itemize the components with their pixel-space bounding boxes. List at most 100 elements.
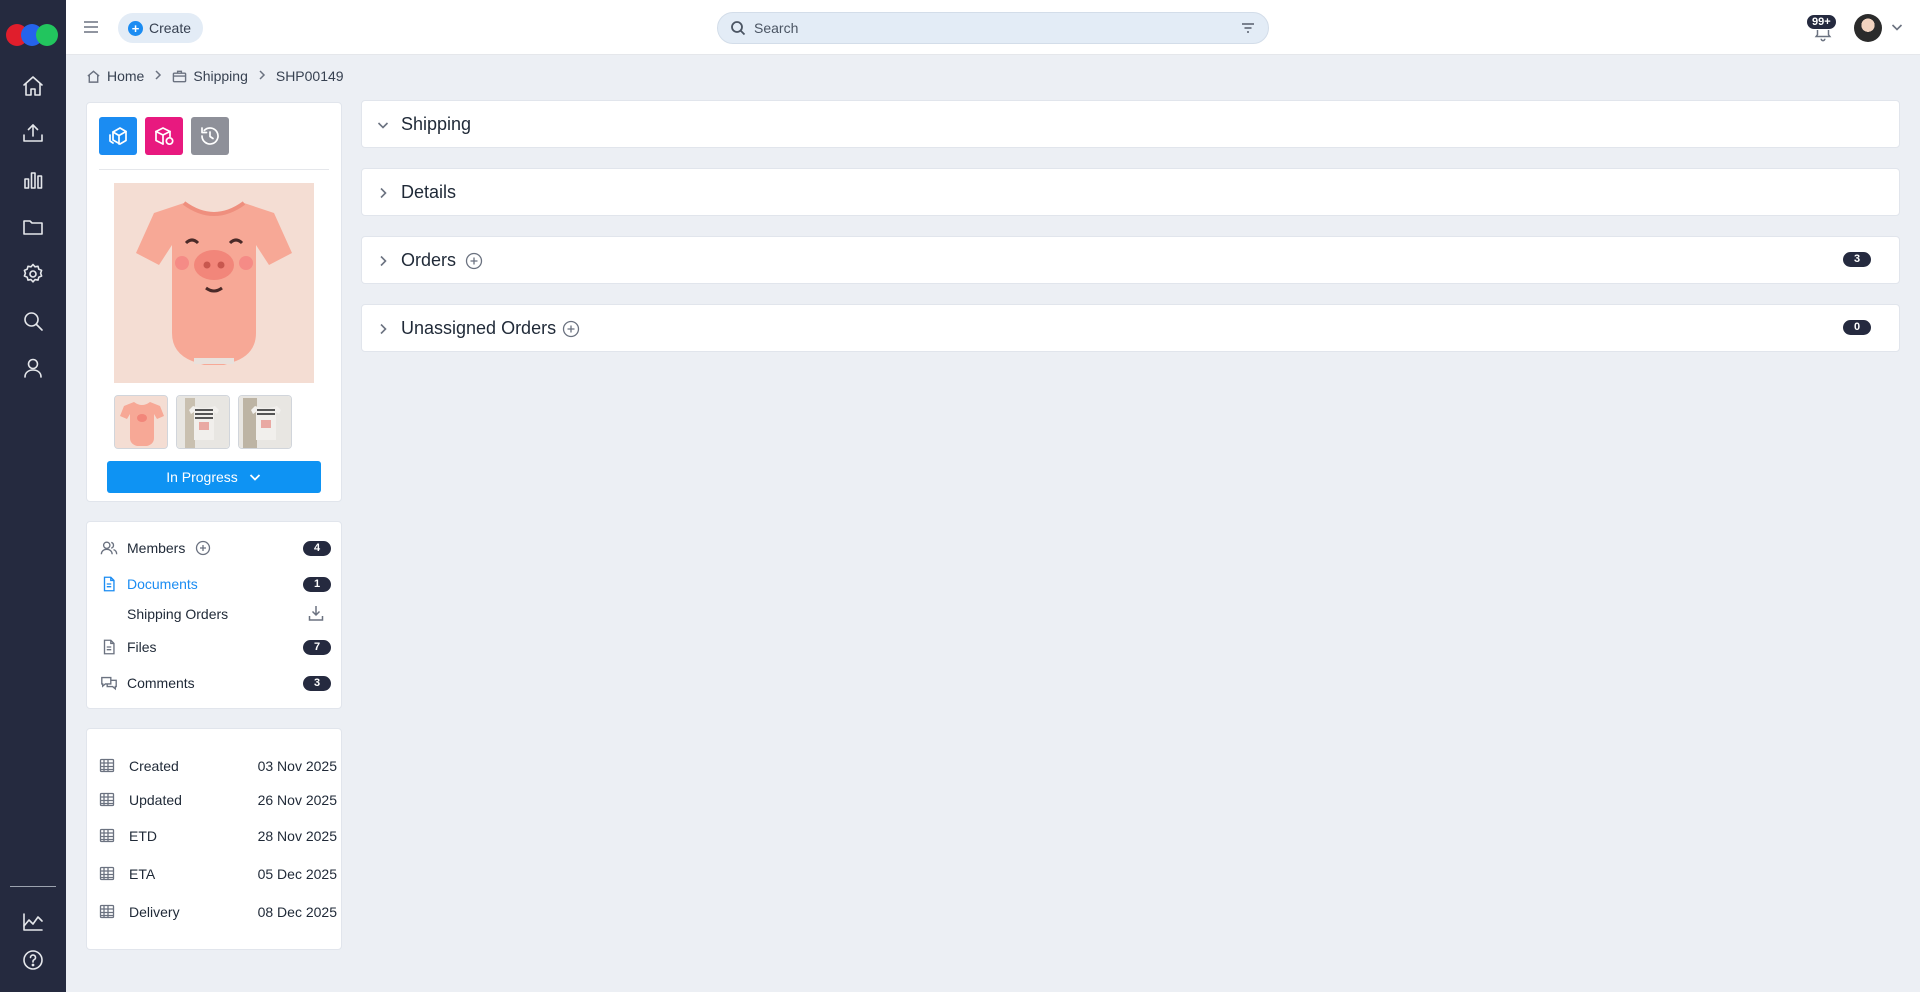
notifications-button[interactable]: 99+ bbox=[1806, 14, 1837, 42]
date-value: 05 Dec 2025 bbox=[257, 866, 337, 882]
left-rail bbox=[0, 0, 66, 992]
bar-chart-icon[interactable] bbox=[18, 165, 48, 195]
history-button[interactable] bbox=[191, 117, 229, 155]
package-settings-button[interactable] bbox=[145, 117, 183, 155]
app-logo[interactable] bbox=[6, 24, 60, 48]
orders-count: 3 bbox=[1843, 252, 1871, 267]
settings-icon[interactable] bbox=[18, 259, 48, 289]
nav-comments-label: Comments bbox=[127, 675, 195, 691]
date-row-created: Created 03 Nov 2025 bbox=[99, 755, 337, 777]
date-label: Created bbox=[129, 758, 179, 774]
file-icon bbox=[99, 637, 119, 657]
section-shipping[interactable]: Shipping bbox=[361, 100, 1900, 148]
create-button[interactable]: + Create bbox=[118, 13, 204, 43]
status-dropdown[interactable]: In Progress bbox=[107, 461, 321, 493]
nav-files-label: Files bbox=[127, 639, 157, 655]
date-label: Delivery bbox=[129, 904, 180, 920]
dates-card: Created 03 Nov 2025 Updated 26 Nov 2025 … bbox=[86, 728, 342, 950]
users-icon bbox=[99, 538, 119, 558]
download-icon[interactable] bbox=[307, 604, 325, 622]
breadcrumb-shipping-label: Shipping bbox=[193, 68, 248, 84]
date-row-updated: Updated 26 Nov 2025 bbox=[99, 789, 337, 811]
folder-icon[interactable] bbox=[18, 212, 48, 242]
analytics-icon[interactable] bbox=[18, 907, 48, 937]
thumbnail-1[interactable] bbox=[114, 395, 168, 449]
comments-count: 3 bbox=[303, 676, 331, 691]
calendar-icon bbox=[99, 827, 117, 845]
home-icon[interactable] bbox=[18, 71, 48, 101]
chevron-right-icon bbox=[256, 68, 268, 84]
package-gear-icon bbox=[155, 127, 174, 146]
document-icon bbox=[99, 574, 119, 594]
breadcrumb: Home Shipping SHP00149 bbox=[86, 68, 344, 84]
create-label: Create bbox=[149, 20, 192, 36]
breadcrumb-shipping[interactable]: Shipping bbox=[172, 68, 248, 84]
search-input[interactable] bbox=[754, 20, 1240, 36]
search-icon bbox=[731, 21, 746, 36]
chevron-right-icon bbox=[152, 68, 164, 84]
avatar[interactable] bbox=[1854, 14, 1882, 42]
date-value: 28 Nov 2025 bbox=[257, 828, 337, 844]
shipment-button[interactable] bbox=[99, 117, 137, 155]
plus-icon: + bbox=[128, 20, 143, 36]
box-stack-icon bbox=[109, 127, 127, 145]
section-title: Unassigned Orders bbox=[401, 318, 557, 338]
date-label: Updated bbox=[129, 792, 182, 808]
chevron-down-icon bbox=[249, 474, 260, 481]
section-unassigned-orders[interactable]: Unassigned Orders 0 bbox=[361, 304, 1900, 352]
divider bbox=[99, 169, 329, 170]
section-orders[interactable]: Orders 3 bbox=[361, 236, 1900, 284]
breadcrumb-home-label: Home bbox=[107, 68, 145, 84]
files-count: 7 bbox=[303, 640, 331, 655]
history-icon bbox=[201, 127, 219, 145]
section-details[interactable]: Details bbox=[361, 168, 1900, 216]
search-bar[interactable] bbox=[717, 12, 1269, 44]
add-unassigned-order-icon[interactable] bbox=[562, 320, 580, 338]
documents-count: 1 bbox=[303, 577, 331, 592]
calendar-icon bbox=[99, 903, 117, 921]
upload-icon[interactable] bbox=[18, 118, 48, 148]
breadcrumb-home[interactable]: Home bbox=[86, 68, 144, 84]
add-order-icon[interactable] bbox=[465, 252, 483, 270]
top-bar: + Create 99+ bbox=[66, 0, 1920, 55]
nav-members-label: Members bbox=[127, 540, 186, 556]
status-label: In Progress bbox=[166, 469, 238, 485]
date-label: ETA bbox=[129, 866, 156, 882]
section-title: Orders bbox=[401, 250, 457, 270]
nav-shipping-orders[interactable]: Shipping Orders bbox=[127, 602, 331, 626]
calendar-icon bbox=[99, 757, 117, 775]
date-value: 03 Nov 2025 bbox=[257, 758, 337, 774]
nav-documents[interactable]: Documents 1 bbox=[99, 571, 331, 597]
product-image bbox=[114, 183, 314, 383]
chevron-down-icon bbox=[376, 118, 390, 132]
add-member-icon[interactable] bbox=[195, 540, 211, 556]
date-value: 08 Dec 2025 bbox=[257, 904, 337, 920]
product-card: In Progress bbox=[86, 102, 342, 502]
user-icon[interactable] bbox=[18, 353, 48, 383]
related-nav-card: Members 4 Documents 1 Shipping Orders Fi… bbox=[86, 521, 342, 709]
nav-files[interactable]: Files 7 bbox=[99, 634, 331, 660]
search-icon[interactable] bbox=[18, 306, 48, 336]
nav-documents-label: Documents bbox=[127, 576, 198, 592]
package-icon bbox=[173, 70, 187, 82]
members-count: 4 bbox=[303, 541, 331, 556]
help-icon[interactable] bbox=[18, 945, 48, 975]
date-value: 26 Nov 2025 bbox=[257, 792, 337, 808]
date-row-eta: ETA 05 Dec 2025 bbox=[99, 863, 337, 885]
chevron-right-icon bbox=[376, 186, 390, 200]
thumbnail-3[interactable] bbox=[238, 395, 292, 449]
section-title: Details bbox=[401, 182, 457, 202]
nav-comments[interactable]: Comments 3 bbox=[99, 670, 331, 696]
filter-icon[interactable] bbox=[1240, 20, 1256, 36]
thumbnail-2[interactable] bbox=[176, 395, 230, 449]
chevron-right-icon bbox=[376, 322, 390, 336]
menu-icon[interactable] bbox=[82, 18, 100, 36]
calendar-icon bbox=[99, 865, 117, 883]
calendar-icon bbox=[99, 791, 117, 809]
date-label: ETD bbox=[129, 828, 157, 844]
section-title: Shipping bbox=[401, 114, 472, 134]
nav-members[interactable]: Members 4 bbox=[99, 535, 331, 561]
chevron-down-icon[interactable] bbox=[1890, 20, 1904, 34]
nav-shipping-orders-label: Shipping Orders bbox=[127, 606, 229, 622]
home-icon bbox=[87, 69, 100, 83]
